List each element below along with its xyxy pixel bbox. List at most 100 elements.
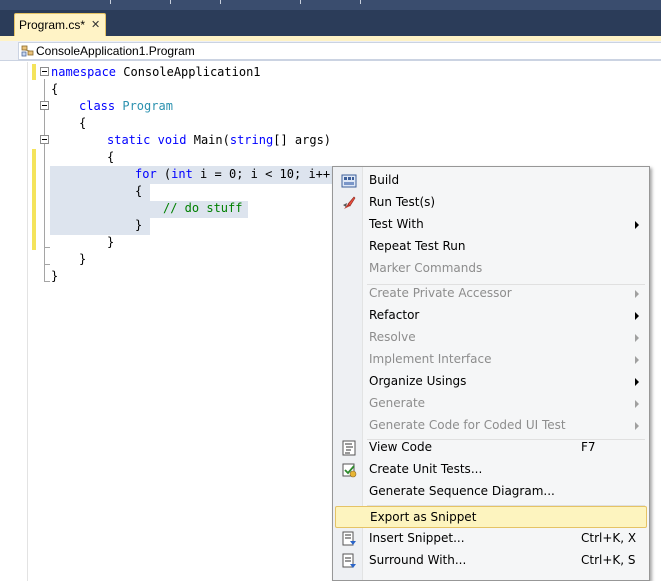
menu-item-surround-with[interactable]: Surround With... Ctrl+K, S [335,550,647,572]
menu-item-label: Repeat Test Run [369,239,466,253]
build-icon [341,174,357,188]
keyword: void [157,133,187,147]
number-literal: 10 [279,167,294,181]
outline-end-mark [44,281,50,282]
menu-item-repeat-test-run[interactable]: Repeat Test Run [335,236,647,258]
menu-item-label: Generate Sequence Diagram... [369,484,555,498]
keyword: static [107,133,151,147]
menu-item-label: Build [369,173,400,187]
keyword: class [79,99,116,113]
code-line-6[interactable]: { [107,149,114,166]
insert-snippet-icon [342,531,356,546]
submenu-arrow-icon [635,378,639,386]
menu-item-shortcut: Ctrl+K, X [581,531,637,545]
collapse-namespace-icon[interactable] [40,67,49,76]
menu-item-test-with[interactable]: Test With [335,214,647,236]
toolbar-tick [110,0,111,4]
code-line-1[interactable]: namespace ConsoleApplication1 [51,64,261,81]
collapse-method-icon[interactable] [40,135,49,144]
keyword: namespace [51,65,117,79]
code-line-9-comment[interactable]: // do stuff [163,200,242,217]
unit-test-icon [342,463,357,478]
submenu-arrow-icon [635,290,639,298]
close-icon[interactable]: ✕ [91,18,100,31]
gutter-divider [27,62,28,581]
menu-item-label: View Code [369,440,433,454]
toolbar-tick [170,0,171,4]
menu-item-organize-usings[interactable]: Organize Usings [335,371,647,393]
type-scope-dropdown[interactable]: ConsoleApplication1.Program [18,42,661,60]
code-line-7[interactable]: for (int i = 0; i < 10; i++) [135,166,337,183]
code-line-13[interactable]: } [51,268,58,285]
surround-with-icon [342,553,356,568]
menu-item-label: Test With [369,217,424,231]
menu-item-shortcut: F7 [581,440,596,454]
punctuation: ; i < [236,167,280,181]
tab-title: Program.cs* [19,18,86,32]
menu-item-implement-interface[interactable]: Implement Interface [335,349,647,371]
identifier: ConsoleApplication1 [116,65,261,79]
keyword: string [229,133,274,147]
code-line-3[interactable]: class Program [79,98,173,115]
menu-item-label: Refactor [369,308,420,322]
code-line-2[interactable]: { [51,81,58,98]
code-line-12[interactable]: } [79,251,86,268]
code-line-8[interactable]: { [135,183,142,200]
menu-item-generate-sequence-diagram[interactable]: Generate Sequence Diagram... [335,481,647,503]
navigation-bar: ConsoleApplication1.Program [0,41,661,61]
menu-item-label: Marker Commands [369,261,483,275]
submenu-arrow-icon [635,422,639,430]
collapse-class-icon[interactable] [40,101,49,110]
submenu-arrow-icon [635,400,639,408]
tab-program-cs[interactable]: Program.cs* ✕ [14,13,106,36]
menu-item-label: Run Test(s) [369,195,436,209]
menu-item-label: Create Unit Tests... [369,462,483,476]
menu-item-refactor[interactable]: Refactor [335,305,647,327]
menu-item-create-unit-tests[interactable]: Create Unit Tests... [335,459,647,481]
submenu-arrow-icon [635,356,639,364]
keyword: int [171,167,193,181]
menu-item-view-code[interactable]: View Code F7 [335,437,647,459]
identifier: Main( [186,133,230,147]
type-scope-label: ConsoleApplication1.Program [36,44,195,58]
code-line-11[interactable]: } [107,234,114,251]
editor-gutter [0,62,28,581]
submenu-arrow-icon [635,221,639,229]
code-line-10[interactable]: } [135,217,142,234]
menu-item-label: Implement Interface [369,352,492,366]
menu-item-shortcut: Ctrl+K, S [581,553,636,567]
menu-item-create-private-accessor[interactable]: Create Private Accessor [335,283,647,305]
menu-item-insert-snippet[interactable]: Insert Snippet... Ctrl+K, X [335,528,647,550]
toolbar-tick [220,0,221,4]
menu-item-marker-commands[interactable]: Marker Commands [335,258,647,280]
menu-item-label: Insert Snippet... [369,531,465,545]
change-marker [32,64,36,80]
keyword: for [135,167,157,181]
change-marker [32,149,36,250]
menu-item-generate-coded-ui-test[interactable]: Generate Code for Coded UI Test [335,415,647,437]
menu-item-export-as-snippet[interactable]: Export as Snippet [335,506,647,528]
submenu-arrow-icon [635,312,639,320]
punctuation: ( [156,167,172,181]
toolbar-tick [300,0,301,4]
submenu-arrow-icon [635,334,639,342]
menu-item-run-tests[interactable]: Run Test(s) [335,192,647,214]
menu-item-resolve[interactable]: Resolve [335,327,647,349]
class-icon [21,45,34,57]
menu-item-label: Resolve [369,330,416,344]
identifier: [] args) [273,133,332,147]
type-name: Program [122,99,173,113]
punctuation: i = [192,167,229,181]
code-line-4[interactable]: { [79,115,86,132]
top-toolbar-strip [0,0,661,10]
menu-item-build[interactable]: Build [335,170,647,192]
menu-item-label: Export as Snippet [370,510,477,524]
menu-item-label: Surround With... [369,553,467,567]
punctuation: ; i++) [294,167,338,181]
outline-end-mark [44,264,50,265]
menu-item-label: Organize Usings [369,374,467,388]
code-line-5[interactable]: static void Main(string[] args) [107,132,331,149]
context-menu: Build Run Test(s) Test With Repeat Test … [332,166,650,581]
run-tests-icon [343,196,356,209]
menu-item-generate[interactable]: Generate [335,393,647,415]
